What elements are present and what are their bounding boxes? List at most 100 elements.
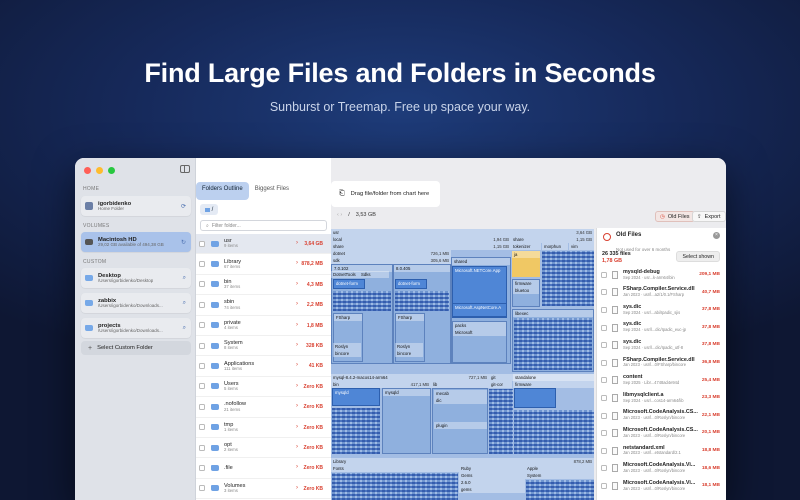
row-checkbox[interactable] [199, 261, 205, 268]
row-checkbox[interactable] [601, 482, 607, 489]
chevron-right-icon[interactable]: › [296, 322, 298, 328]
filter-input[interactable]: ⌕ Filter folder... [200, 220, 327, 231]
row-checkbox[interactable] [199, 424, 205, 431]
old-file-row[interactable]: Microsoft.CodeAnalysis.Vi... Jan 2023 · u… [597, 477, 726, 495]
nav-arrows[interactable]: ‹ › [337, 212, 342, 218]
chevron-right-icon[interactable]: › [296, 464, 298, 470]
row-checkbox[interactable] [601, 465, 607, 472]
path-slash[interactable]: / [348, 212, 350, 218]
tm-dotnet-form-block-2[interactable]: dotnet-form [395, 279, 427, 289]
tm-mysqld-block[interactable]: mysqld [382, 388, 431, 454]
row-checkbox[interactable] [601, 342, 607, 349]
treemap-chart[interactable]: usr 3,64 GB local 1,94 GB share 1,15 GB sha… [331, 229, 594, 500]
old-file-row[interactable]: sys.dic Sep 2024 · usr/l...dic/Ipadic_euc… [597, 319, 726, 337]
minimize-button[interactable] [96, 167, 103, 174]
folder-row[interactable]: private 4 items › 1,8 MB [196, 316, 331, 336]
old-file-row[interactable]: content Sep 2025 · Libr...4748ad4e94d 25,4… [597, 372, 726, 390]
row-checkbox[interactable] [199, 240, 205, 247]
sidebar-item-zabbix[interactable]: zabbix/Users/igorbidenko/Downloads... ⌕ [81, 293, 191, 313]
old-file-row[interactable]: Microsoft.CodeAnalysis.Vi... Jan 2023 · u… [597, 460, 726, 478]
chevron-right-icon[interactable]: › [296, 281, 298, 287]
old-files-button[interactable]: ◷ Old Files [655, 211, 695, 222]
close-button[interactable] [84, 167, 91, 174]
row-checkbox[interactable] [199, 342, 205, 349]
tm-git-grid[interactable] [489, 389, 513, 454]
tm-standalone-grid[interactable] [514, 410, 594, 454]
tm-firmware-blob-block[interactable] [514, 388, 556, 408]
chevron-right-icon[interactable]: › [296, 485, 298, 491]
sidebar-toggle-icon[interactable] [180, 165, 190, 173]
old-file-row[interactable]: Microsoft.CodeAnalysis.CS... Jan 2023 · u… [597, 424, 726, 442]
rescan-icon[interactable]: ↻ [181, 239, 186, 246]
row-checkbox[interactable] [199, 403, 205, 410]
row-checkbox[interactable] [601, 430, 607, 437]
chevron-right-icon[interactable]: › [296, 260, 298, 266]
row-checkbox[interactable] [199, 464, 205, 471]
old-file-row[interactable]: netstandard.xml Jan 2023 · usr/l...etstan… [597, 442, 726, 460]
breadcrumb[interactable]: / [200, 204, 218, 215]
chevron-right-icon[interactable]: › [296, 383, 298, 389]
folder-row[interactable]: Applications 111 items › 41 KB [196, 356, 331, 377]
drop-zone[interactable]: ⎗ Drag file/folder from chart here [331, 181, 440, 207]
chevron-right-icon[interactable]: › [296, 362, 298, 368]
tm-dotnet-form-block[interactable]: dotnet-form [333, 279, 365, 289]
folder-row[interactable]: sbin 74 items › 2,2 MB [196, 295, 331, 316]
tm-apple-grid[interactable] [526, 480, 594, 500]
row-checkbox[interactable] [601, 359, 607, 366]
tm-packs-block[interactable]: packs Microsoft [452, 321, 507, 363]
old-file-row[interactable]: sys.dic Sep 2024 · usr/l...dic/Ipadic_utf… [597, 336, 726, 354]
tm-firmware-block[interactable]: firmware bluetoo [512, 279, 540, 307]
tm-aspnetcore-block[interactable]: Microsoft.AspNetCore.A [452, 303, 507, 317]
folder-row[interactable]: Volumes 3 items › Zero KB [196, 479, 331, 500]
chevron-right-icon[interactable]: › [296, 240, 298, 246]
chevron-right-icon[interactable]: › [296, 424, 298, 430]
select-custom-folder-button[interactable]: + Select Custom Folder [81, 341, 191, 355]
row-checkbox[interactable] [199, 485, 205, 492]
sidebar-item-macintosh-hd[interactable]: Macintosh HD 29,02 GB available of 494,38… [81, 232, 191, 252]
row-checkbox[interactable] [199, 444, 205, 451]
sidebar-item-projects[interactable]: projects/Users/igorbidenko/Downloads... … [81, 318, 191, 338]
row-checkbox[interactable] [199, 383, 205, 390]
chevron-right-icon[interactable]: › [296, 301, 298, 307]
row-checkbox[interactable] [601, 447, 607, 454]
search-icon[interactable]: ⌕ [183, 300, 186, 307]
tm-grid-block[interactable] [395, 291, 449, 311]
search-icon[interactable]: ⌕ [183, 275, 186, 282]
row-checkbox[interactable] [601, 306, 607, 313]
row-checkbox[interactable] [601, 289, 607, 296]
row-checkbox[interactable] [199, 322, 205, 329]
row-checkbox[interactable] [601, 412, 607, 419]
tab-folders-outline[interactable]: Folders Outline [196, 182, 249, 200]
folder-row[interactable]: Users 5 items › Zero KB [196, 377, 331, 398]
tm-libexec-grid[interactable] [514, 318, 592, 370]
tm-fonts-grid[interactable] [332, 473, 458, 500]
folder-row[interactable]: Library 67 items › 878,2 MB [196, 254, 331, 275]
tm-morphun-block[interactable] [542, 251, 594, 306]
tab-biggest-files[interactable]: Biggest Files [249, 182, 295, 200]
folder-row[interactable]: usr 9 items › 3,64 GB [196, 234, 331, 255]
folder-row[interactable]: tmp 1 items › Zero KB [196, 418, 331, 438]
old-file-row[interactable]: mysqld-debug Sep 2024 · usr...k-arm64/bin… [597, 266, 726, 284]
chevron-right-icon[interactable]: › [296, 444, 298, 450]
row-checkbox[interactable] [199, 281, 205, 288]
folder-row[interactable]: opt 2 items › Zero KB [196, 438, 331, 459]
row-checkbox[interactable] [601, 394, 607, 401]
folder-row[interactable]: .file › Zero KB [196, 458, 331, 479]
tm-ja-block[interactable]: ja [512, 251, 540, 277]
search-icon[interactable]: ⌕ [183, 325, 186, 332]
zoom-button[interactable] [108, 167, 115, 174]
old-file-row[interactable]: Microsoft.CodeAnalysis.CS... Jan 2023 · u… [597, 407, 726, 425]
old-file-row[interactable]: FSharp.Compiler.Service.dll Jan 2023 · us… [597, 354, 726, 372]
tm-grid-block[interactable] [333, 291, 391, 311]
export-button[interactable]: ⇪ Export [692, 211, 726, 222]
row-checkbox[interactable] [199, 301, 205, 308]
chevron-right-icon[interactable]: › [296, 342, 298, 348]
row-checkbox[interactable] [601, 271, 607, 278]
scan-icon[interactable]: ⟳ [181, 203, 186, 210]
row-checkbox[interactable] [199, 363, 205, 370]
sidebar-item-home[interactable]: igorbidenko Home Folder ⟳ [81, 196, 191, 216]
folder-row[interactable]: .nofollow 21 items › Zero KB [196, 397, 331, 418]
old-file-row[interactable]: sys.dic Sep 2024 · usr/...abi/Ipadic_sjis… [597, 301, 726, 319]
sidebar-item-desktop[interactable]: Desktop/Users/igorbidenko/Desktop ⌕ [81, 268, 191, 288]
row-checkbox[interactable] [601, 377, 607, 384]
